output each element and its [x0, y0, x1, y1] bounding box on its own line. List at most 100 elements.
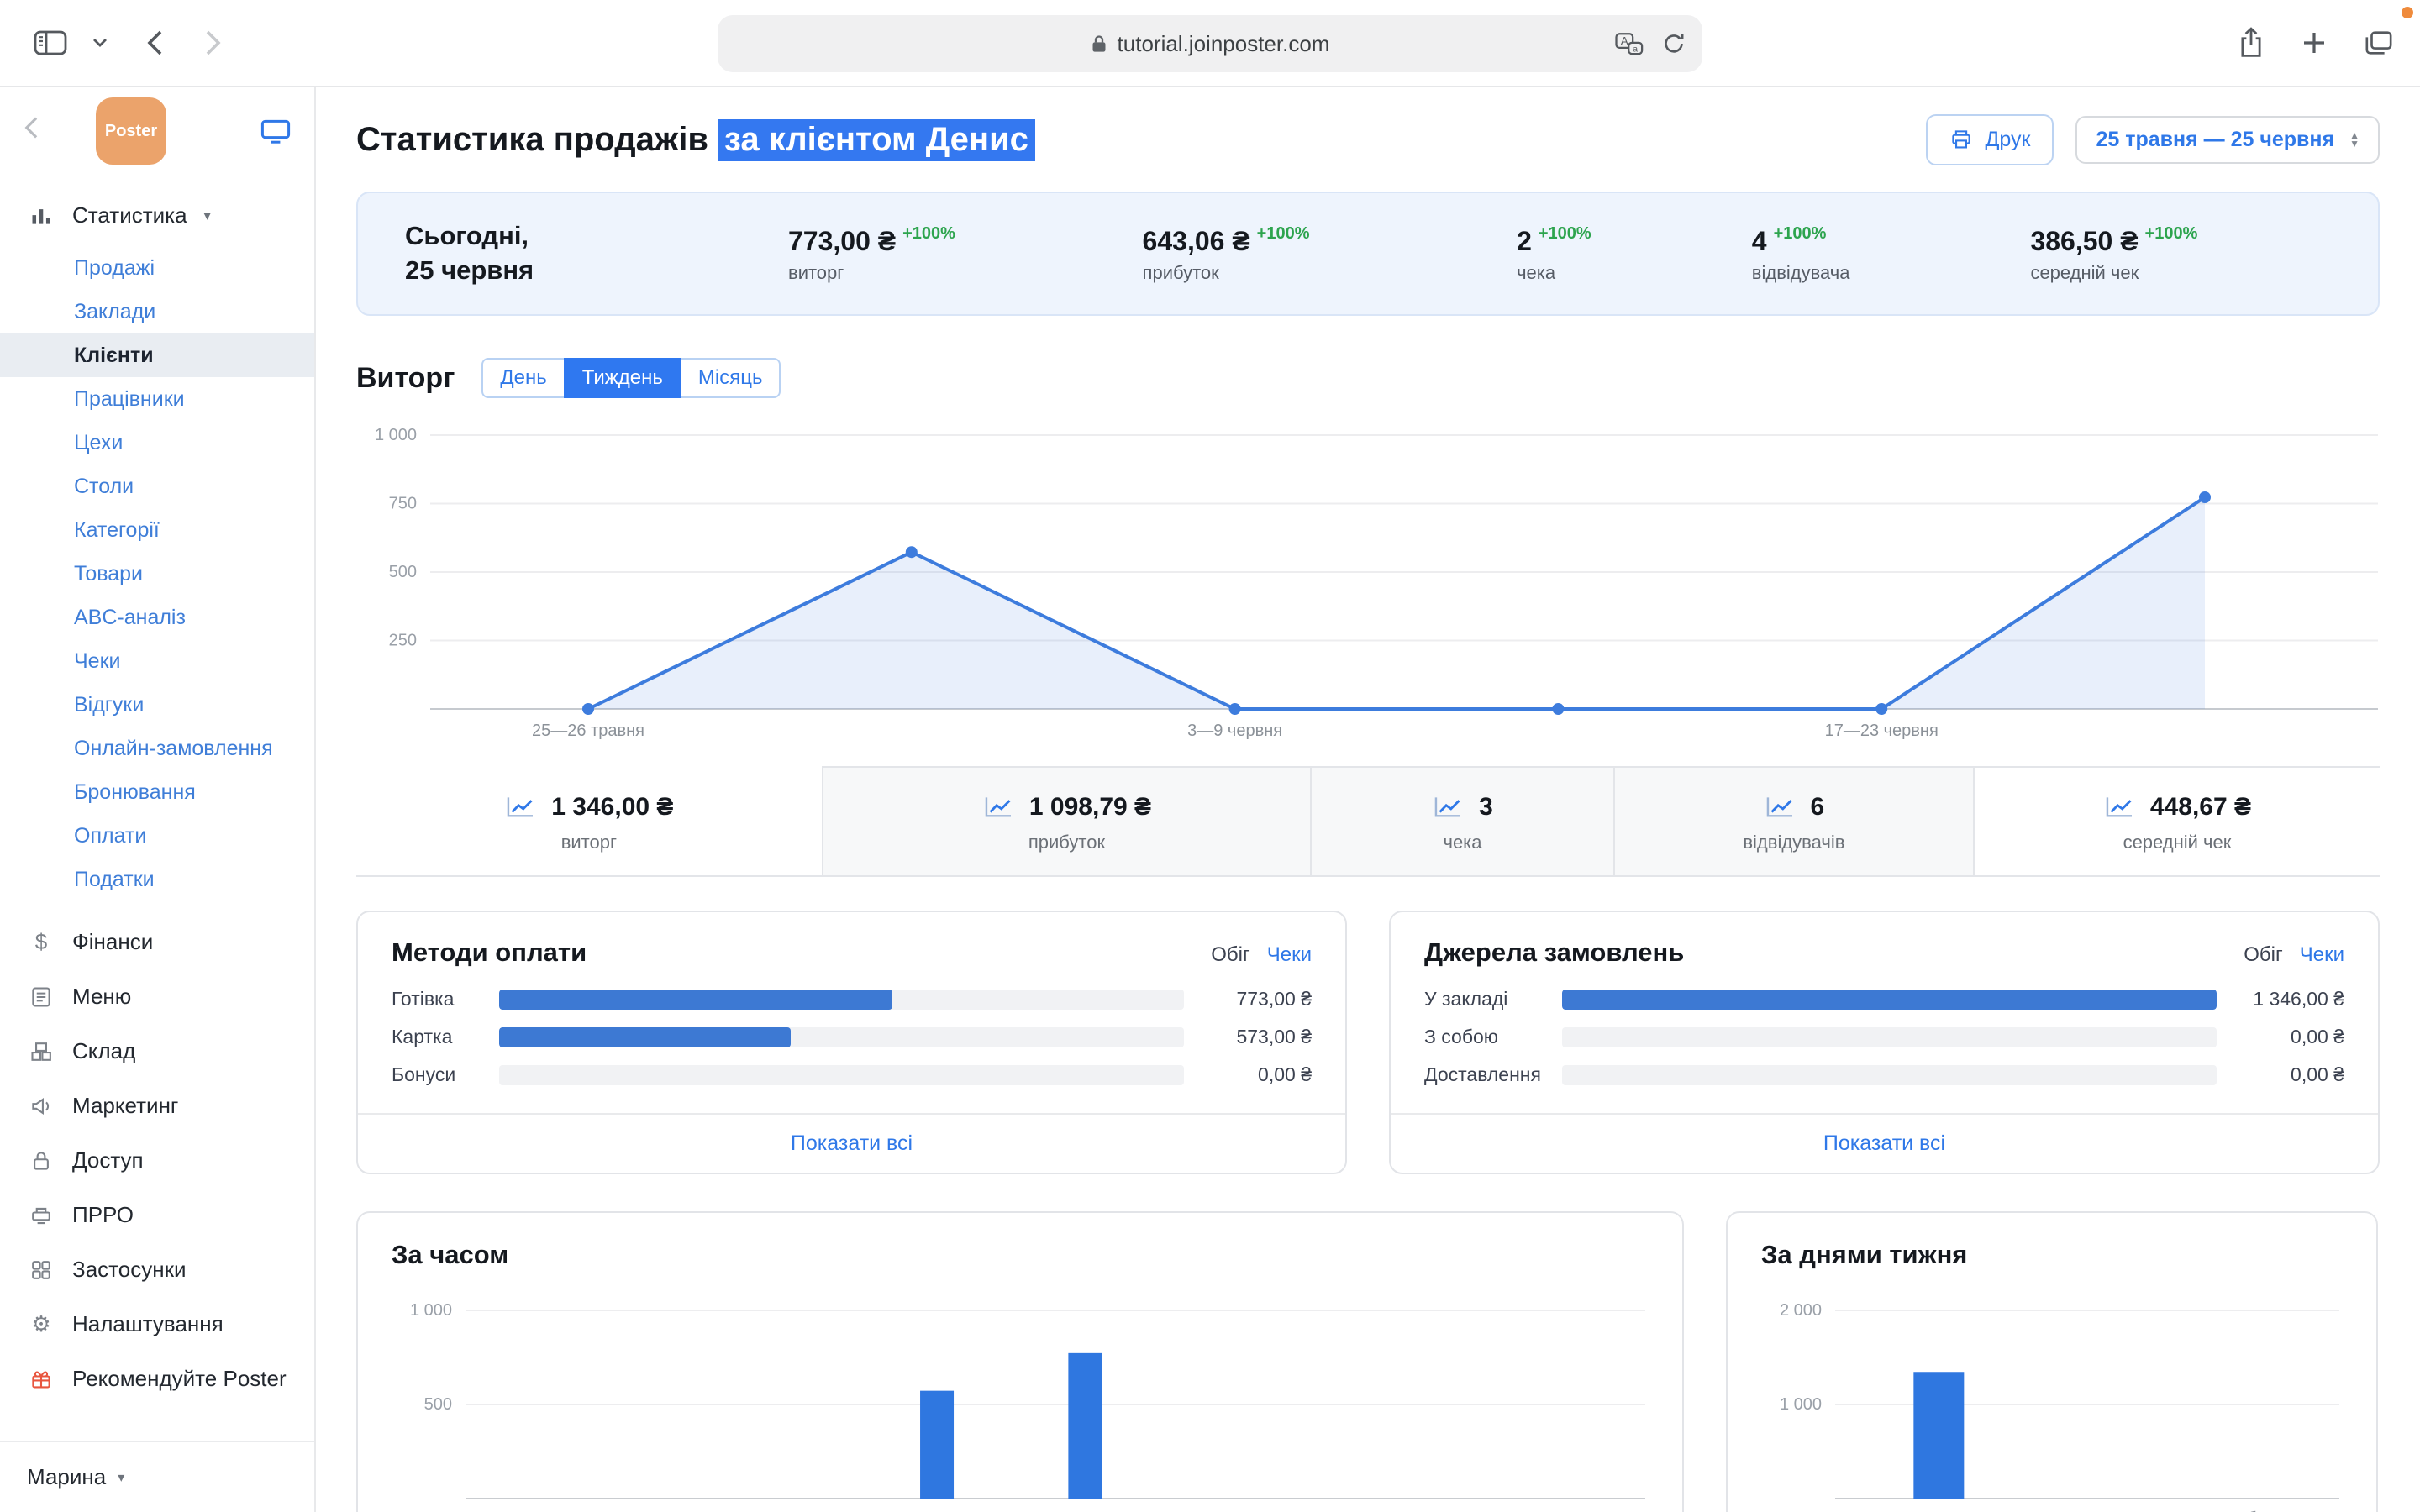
svg-text:a: a [1633, 45, 1638, 54]
sidebar-item-products[interactable]: Товари [0, 552, 314, 596]
print-button[interactable]: Друк [1926, 114, 2054, 165]
address-bar[interactable]: tutorial.joinposter.com Aa [718, 15, 1702, 72]
forward-icon[interactable] [205, 29, 222, 56]
payment-row-card: Картка 573,00 ₴ [392, 1026, 1312, 1048]
source-row-in-store: У закладі 1 346,00 ₴ [1424, 988, 2344, 1011]
screen: tutorial.joinposter.com Aa [0, 0, 2420, 1512]
sidebar-item-abc-analysis[interactable]: ABC-аналіз [0, 596, 314, 639]
collapse-sidebar-icon[interactable] [24, 116, 39, 146]
toolbar-chevron-down-icon[interactable] [92, 38, 108, 48]
sidebar-item-locations[interactable]: Заклади [0, 290, 314, 333]
poster-logo[interactable]: Poster [96, 97, 166, 165]
bar-track [1562, 1027, 2217, 1047]
user-menu[interactable]: Марина ▾ [0, 1441, 314, 1512]
main-content: Статистика продажів за клієнтом Денис Др… [316, 87, 2420, 1512]
sidebar-item-workshops[interactable]: Цехи [0, 421, 314, 465]
bar-track [499, 1065, 1184, 1085]
sidebar-item-menu[interactable]: Меню [0, 969, 314, 1024]
sidebar-item-employees[interactable]: Працівники [0, 377, 314, 421]
total-receipts-cell[interactable]: 3 чека [1310, 766, 1613, 875]
revenue-chart-title: Виторг [356, 362, 455, 395]
sidebar-item-access[interactable]: Доступ [0, 1133, 314, 1188]
terminal-display-icon[interactable] [260, 118, 291, 144]
svg-text:1 000: 1 000 [1780, 1395, 1822, 1414]
bar-track [499, 990, 1184, 1010]
sidebar-item-stock[interactable]: Склад [0, 1024, 314, 1079]
printer-icon [1949, 128, 1973, 151]
date-stepper-icon[interactable]: ▲▼ [2349, 131, 2360, 148]
sidebar-item-reservations[interactable]: Бронювання [0, 770, 314, 814]
sidebar-item-finance[interactable]: $ Фінанси [0, 915, 314, 969]
delta-badge: +100% [902, 224, 955, 243]
chevron-down-icon: ▾ [204, 207, 211, 224]
new-tab-icon[interactable] [2302, 31, 2326, 55]
toggle-receipts[interactable]: Чеки [1267, 943, 1312, 967]
sidebar-item-reviews[interactable]: Відгуки [0, 683, 314, 727]
gift-icon [27, 1368, 55, 1391]
sidebar: Poster Статистика ▾ Продажі Заклади Кліє… [0, 87, 316, 1512]
bar-fill [499, 1027, 791, 1047]
sidebar-item-taxes[interactable]: Податки [0, 858, 314, 901]
sidebar-item-prro[interactable]: ПРРО [0, 1188, 314, 1242]
order-sources-card: Джерела замовлень Обіг Чеки У закладі 1 … [1389, 911, 2380, 1174]
sidebar-item-settings[interactable]: ⚙ Налаштування [0, 1297, 314, 1352]
user-name: Марина [27, 1464, 106, 1490]
total-profit-cell[interactable]: 1 098,79 ₴ прибуток [822, 766, 1311, 875]
toggle-receipts[interactable]: Чеки [2300, 943, 2344, 967]
padlock-icon [27, 1149, 55, 1173]
show-all-link[interactable]: Показати всі [1391, 1113, 2378, 1173]
reload-icon[interactable] [1662, 32, 1686, 55]
bar-track [1562, 1065, 2217, 1085]
toggle-turnover[interactable]: Обіг [1211, 943, 1250, 967]
share-icon[interactable] [2238, 27, 2264, 59]
back-icon[interactable] [146, 29, 163, 56]
card-title: Методи оплати [392, 937, 587, 968]
source-row-takeaway: З собою 0,00 ₴ [1424, 1026, 2344, 1048]
tab-month[interactable]: Місяць [680, 358, 781, 398]
lock-icon [1091, 33, 1107, 55]
today-metric-visitors: 4+100% відвідувача [1752, 224, 2031, 284]
gear-icon: ⚙ [27, 1311, 55, 1337]
sidebar-item-statistics[interactable]: Статистика ▾ [0, 188, 314, 243]
sidebar-item-apps[interactable]: Застосунки [0, 1242, 314, 1297]
sidebar-item-recommend[interactable]: Рекомендуйте Poster [0, 1352, 314, 1406]
browser-toolbar: tutorial.joinposter.com Aa [0, 0, 2420, 87]
period-totals: 1 346,00 ₴ виторг 1 098,79 ₴ прибуток 3 … [356, 766, 2380, 877]
toggle-turnover[interactable]: Обіг [2244, 943, 2283, 967]
today-date: Сьогодні, 25 червня [358, 219, 711, 288]
sidebar-item-receipts[interactable]: Чеки [0, 639, 314, 683]
sidebar-item-marketing[interactable]: Маркетинг [0, 1079, 314, 1133]
sidebar-item-categories[interactable]: Категорії [0, 508, 314, 552]
revenue-line-chart: 2505007501 00025—26 травня3—9 червня17—2… [356, 420, 2380, 749]
total-revenue-cell[interactable]: 1 346,00 ₴ виторг [356, 766, 822, 875]
time-chart-svg: 5001 00001234567891011121314151617181920… [392, 1294, 1652, 1512]
sidebar-item-sales[interactable]: Продажі [0, 246, 314, 290]
tab-day[interactable]: День [481, 358, 565, 398]
payment-row-bonus: Бонуси 0,00 ₴ [392, 1063, 1312, 1086]
boxes-icon [27, 1040, 55, 1063]
sidebar-item-clients[interactable]: Клієнти [0, 333, 314, 377]
today-summary-card: Сьогодні, 25 червня 773,00 ₴+100% виторг… [356, 192, 2380, 316]
sidebar-nav: Статистика ▾ Продажі Заклади Клієнти Пра… [0, 175, 314, 1441]
payment-row-cash: Готівка 773,00 ₴ [392, 988, 1312, 1011]
svg-text:17—23 червня: 17—23 червня [1825, 722, 1939, 740]
by-weekday-chart: 1 0002 000ПнВтСрЧтПтСбНд [1761, 1294, 2343, 1512]
tab-week[interactable]: Тиждень [564, 358, 681, 398]
sidebar-toggle-icon[interactable] [34, 29, 67, 56]
today-metric-receipts: 2+100% чека [1517, 224, 1752, 284]
delta-badge: +100% [1257, 224, 1310, 243]
notification-dot [2402, 7, 2413, 18]
mini-graph-icon [2103, 795, 2135, 820]
date-range-text: 25 травня — 25 червня [2096, 128, 2334, 152]
translate-icon[interactable]: Aa [1615, 32, 1644, 55]
today-metric-revenue: 773,00 ₴+100% виторг [788, 224, 1143, 284]
sidebar-item-online-orders[interactable]: Онлайн-замовлення [0, 727, 314, 770]
sidebar-item-tables[interactable]: Столи [0, 465, 314, 508]
show-all-link[interactable]: Показати всі [358, 1113, 1345, 1173]
total-avg-receipt-cell[interactable]: 448,67 ₴ середній чек [1973, 766, 2380, 875]
bar-track [499, 1027, 1184, 1047]
tabs-overview-icon[interactable] [2365, 29, 2393, 56]
sidebar-item-payments[interactable]: Оплати [0, 814, 314, 858]
date-range-selector[interactable]: 25 травня — 25 червня ▲▼ [2075, 116, 2380, 164]
total-visitors-cell[interactable]: 6 відвідувачів [1613, 766, 1973, 875]
